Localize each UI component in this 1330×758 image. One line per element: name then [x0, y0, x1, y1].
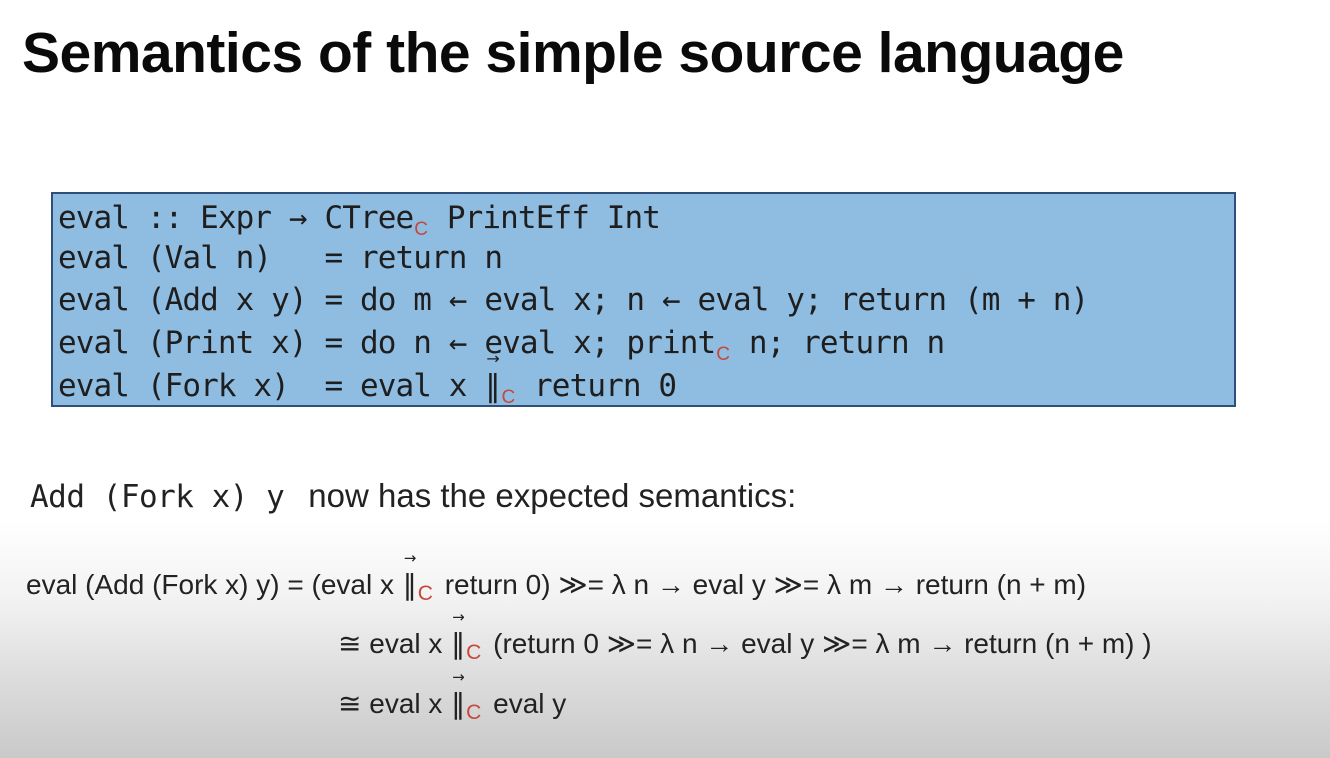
code-line-add: eval (Add x y) = do m ← eval x; n ← eval… [58, 282, 1089, 318]
subscript-c: C [414, 219, 428, 240]
statement-text: now has the expected semantics: [308, 477, 797, 514]
equation-text: return 0) ≫= λ n → eval y ≫= λ m → retur… [436, 569, 1087, 600]
code-text: return 0 [516, 368, 677, 404]
code-block: eval :: Expr → CTreeC PrintEff Int eval … [51, 192, 1236, 409]
code-text: eval (Print x) = do n ← eval x; print [58, 325, 716, 361]
semantics-statement: Add (Fork x) y now has the expected seman… [30, 472, 796, 520]
equation-text: eval (Add (Fork x) y) = (eval x [26, 569, 402, 600]
equation-text: ≅ eval x [338, 628, 451, 659]
subscript-c: C [466, 641, 482, 664]
code-text: PrintEff Int [429, 200, 661, 236]
right-arrow-icon: → [452, 668, 465, 686]
parallel-operator: → ‖ [451, 669, 466, 724]
code-text: eval (Fork x) = eval x [58, 368, 485, 404]
subscript-c: C [466, 701, 482, 724]
parallel-operator: → ‖ [402, 550, 417, 605]
parallel-bars: ‖ [451, 687, 466, 720]
statement-code: Add (Fork x) y [30, 479, 285, 515]
code-line-val: eval (Val n) = return n [58, 240, 503, 276]
right-arrow-icon: → [452, 608, 465, 626]
parallel-bars: ‖ [485, 369, 500, 404]
equation-text: (return 0 ≫= λ n → eval y ≫= λ m → retur… [485, 628, 1152, 659]
equation-line-1: eval (Add (Fork x) y) = (eval x → ‖C retu… [26, 550, 1087, 608]
subscript-c: C [417, 582, 433, 605]
equation-text: ≅ eval x [338, 688, 451, 719]
code-line-fork: eval (Fork x) = eval x → ‖ C return 0 [58, 351, 677, 409]
equation-line-2: ≅ eval x → ‖C (return 0 ≫= λ n → eval y ≫… [338, 609, 1152, 667]
right-arrow-icon: → [403, 549, 417, 567]
subscript-c: C [501, 387, 515, 408]
parallel-operator: → ‖ [485, 351, 500, 407]
parallel-bars: ‖ [451, 627, 466, 660]
code-text: n; return n [731, 325, 945, 361]
equation-text: eval y [485, 688, 567, 719]
code-line-print: eval (Print x) = do n ← eval x; printC n… [58, 323, 945, 365]
slide-title: Semantics of the simple source language [22, 21, 1124, 85]
code-text: eval :: Expr → CTree [58, 200, 414, 236]
code-line-type-signature: eval :: Expr → CTreeC PrintEff Int [58, 198, 661, 240]
parallel-bars: ‖ [402, 568, 417, 601]
right-arrow-icon: → [486, 349, 499, 368]
equation-line-3: ≅ eval x → ‖C eval y [338, 669, 567, 727]
parallel-operator: → ‖ [451, 609, 466, 664]
subscript-c: C [716, 344, 730, 365]
